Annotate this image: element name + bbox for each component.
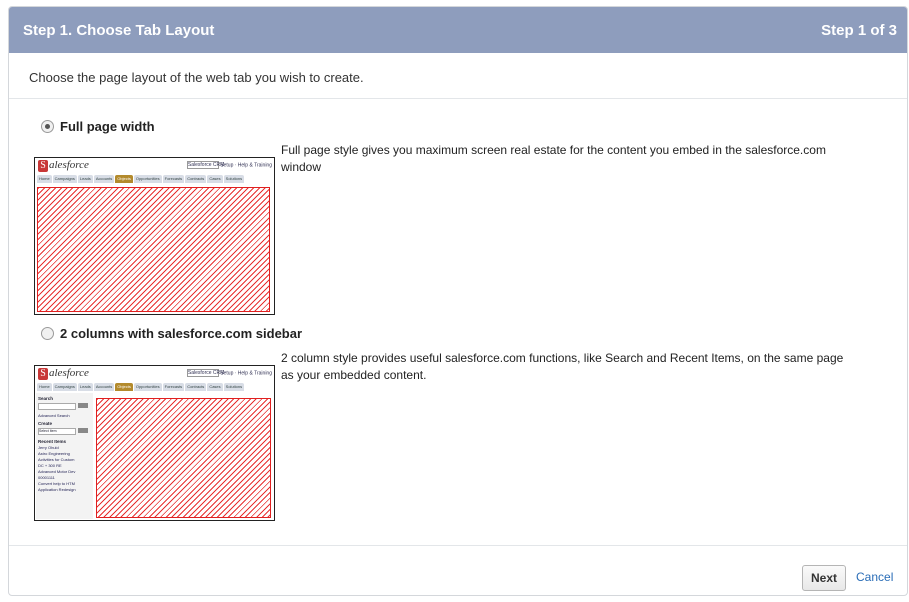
preview-search: Salesforce CRM Setup · Help & Training [186, 161, 272, 169]
recent-item: Convert help to HTM [38, 481, 75, 486]
embedded-content-area [37, 187, 270, 312]
sidebar-go-button [78, 403, 88, 408]
sidebar-search-heading: Search [38, 396, 54, 401]
two-columns-description: 2 column style provides useful salesforc… [281, 351, 844, 382]
preview-tab: Forecasts [162, 175, 185, 183]
next-button[interactable]: Next [802, 565, 846, 591]
preview-tab: Solutions [223, 383, 245, 391]
sidebar-create-select: Select Item [38, 428, 76, 435]
recent-item: Application Redesign [38, 487, 76, 492]
preview-tab: Objects [115, 175, 133, 183]
two-columns-label: 2 columns with salesforce.com sidebar [60, 326, 303, 341]
preview-tab: Opportunities [133, 175, 162, 183]
recent-item: Astro Engineering [38, 451, 70, 456]
recent-item: Jerry Ohuld [38, 445, 59, 450]
sidebar-create-go [78, 428, 88, 433]
preview-tab: Campaigns [52, 175, 77, 183]
full-page-radio[interactable] [41, 120, 54, 133]
preview-tab: Solutions [223, 175, 245, 183]
preview-search: Salesforce CRM Setup · Help & Training [186, 369, 272, 377]
option-full-page[interactable]: Full page width [41, 119, 155, 134]
preview-sidebar: Search Advanced Search Create Select Ite… [36, 393, 93, 519]
embedded-content-area [96, 398, 271, 518]
preview-tabs: Home Campaigns Leads Accounts Objects Op… [37, 175, 274, 183]
preview-tab: Opportunities [133, 383, 162, 391]
preview-tab: Cases [207, 383, 223, 391]
full-page-label: Full page width [60, 119, 155, 134]
recent-item: Activities for Custom [38, 457, 75, 462]
instructions: Choose the page layout of the web tab yo… [9, 53, 907, 99]
two-columns-radio[interactable] [41, 327, 54, 340]
instructions-text: Choose the page layout of the web tab yo… [29, 70, 364, 85]
step-indicator: Step 1 of 3 [821, 22, 897, 39]
cancel-link[interactable]: Cancel [856, 570, 893, 584]
preview-header: Salesforce Salesforce CRM Setup · Help &… [35, 366, 274, 382]
two-columns-preview: Salesforce Salesforce CRM Setup · Help &… [34, 365, 275, 521]
preview-tab: Contracts [185, 383, 207, 391]
recent-item: Advanced Motor Dev [38, 469, 76, 474]
salesforce-logo: Salesforce [38, 367, 89, 380]
full-page-preview: Salesforce Salesforce CRM Setup · Help &… [34, 157, 275, 315]
preview-tab: Cases [207, 175, 223, 183]
full-page-description: Full page style gives you maximum screen… [281, 143, 826, 174]
preview-tab: Home [37, 175, 52, 183]
preview-tab: Leads [77, 383, 93, 391]
wizard-header: Step 1. Choose Tab Layout Step 1 of 3 [9, 7, 907, 53]
preview-tab: Objects [115, 383, 133, 391]
preview-tab: Home [37, 383, 52, 391]
page-title: Step 1. Choose Tab Layout [23, 22, 215, 39]
preview-tab: Accounts [93, 383, 115, 391]
preview-tabs: Home Campaigns Leads Accounts Objects Op… [37, 383, 274, 391]
preview-tab: Campaigns [52, 383, 77, 391]
wizard-footer: Next Cancel [9, 545, 907, 595]
salesforce-logo: Salesforce [38, 159, 89, 172]
preview-header: Salesforce Salesforce CRM Setup · Help &… [35, 158, 274, 174]
preview-tab: Accounts [93, 175, 115, 183]
preview-tab: Leads [77, 175, 93, 183]
recent-item: DC + 300 RE [38, 463, 62, 468]
preview-tab: Forecasts [162, 383, 185, 391]
sidebar-recent-heading: Recent Items [38, 439, 67, 444]
option-two-columns[interactable]: 2 columns with salesforce.com sidebar [41, 326, 302, 341]
wizard-panel: Step 1. Choose Tab Layout Step 1 of 3 Ch… [8, 6, 908, 596]
recent-item: 00001111 [38, 475, 55, 480]
sidebar-advanced-search: Advanced Search [38, 413, 70, 418]
preview-tab: Contracts [185, 175, 207, 183]
sidebar-create-heading: Create [38, 421, 53, 426]
sidebar-search-input [38, 403, 76, 410]
